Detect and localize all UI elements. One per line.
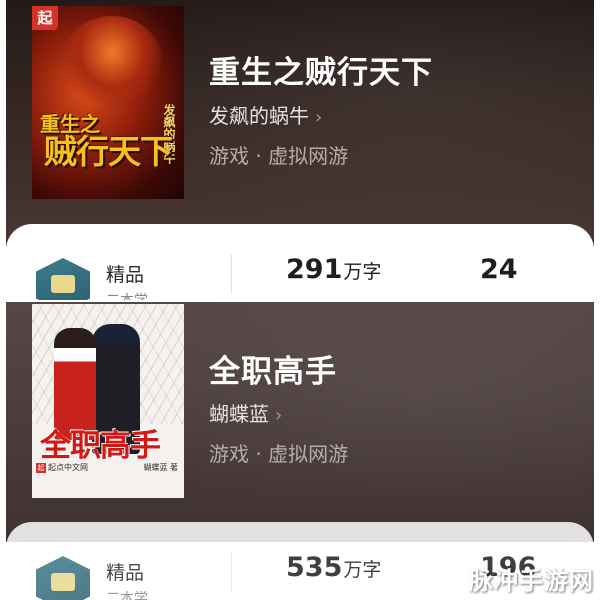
book-card-1[interactable]: 起 发飙的蜗牛 重生之 贼行天下 重生之贼行天下 发飙的蜗牛 › 游戏 · 虚拟网… [6,0,594,300]
chevron-right-icon: › [275,405,283,426]
word-count-unit: 万字 [343,559,382,581]
book-author-name: 蝴蝶蓝 [209,402,269,426]
cover-footer: 起 起点中文网 蝴蝶蓝 著 [36,462,180,476]
word-count: 291万字 [286,254,381,285]
site-watermark: 脉冲手游网 [469,567,594,595]
book-title: 全职高手 [209,354,337,390]
book-title: 重生之贼行天下 [209,55,433,91]
word-count-number: 535 [286,552,343,583]
book-genre: 游戏 · 虚拟网游 [209,442,349,466]
book-author-link[interactable]: 发飙的蜗牛 › [209,100,322,129]
cover-artwork [62,16,162,106]
book-stats-bar: 精品 二本学 291万字 24 [6,224,594,300]
chevron-right-icon: › [315,107,323,128]
cover-title: 重生之 贼行天下 [34,114,182,170]
stats-divider [231,254,232,294]
secondary-stat: 24 [480,254,518,285]
quality-badge-icon [36,258,90,300]
stats-divider [231,552,232,592]
cover-brand-badge: 起 [32,6,58,30]
book-genre: 游戏 · 虚拟网游 [209,144,349,168]
book-card-2[interactable]: 全职高手 起 起点中文网 蝴蝶蓝 著 全职高手 蝴蝶蓝 › 游戏 · 虚拟网游 精… [6,302,594,600]
cover-publisher: 起 起点中文网 [36,462,88,473]
word-count: 535万字 [286,552,381,583]
publisher-logo-icon: 起 [36,462,46,473]
quality-sub-label: 二本学 [106,591,148,600]
word-count-number: 291 [286,254,343,285]
word-count-unit: 万字 [343,261,382,283]
book-author-name: 发飙的蜗牛 [209,104,309,128]
book-cover[interactable]: 起 发飙的蜗牛 重生之 贼行天下 [32,6,184,199]
cover-title-line-2: 贼行天下 [44,132,173,171]
book-author-link[interactable]: 蝴蝶蓝 › [209,398,282,427]
quality-badge-icon [36,556,90,600]
quality-label: 精品 [106,562,145,584]
publisher-name: 起点中文网 [48,463,88,472]
cover-title: 全职高手 [40,428,161,464]
quality-sub-label: 二本学 [106,290,148,300]
book-cover[interactable]: 全职高手 起 起点中文网 蝴蝶蓝 著 [32,304,184,498]
cover-author-text: 蝴蝶蓝 著 [143,463,178,472]
quality-label: 精品 [106,264,145,286]
